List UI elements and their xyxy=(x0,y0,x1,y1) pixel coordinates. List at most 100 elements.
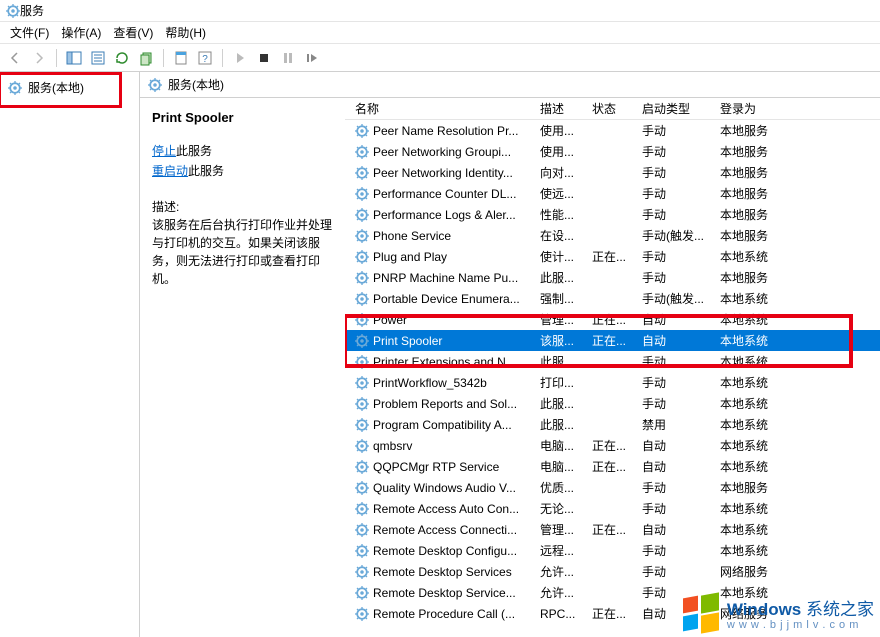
cell-desc: 电脑... xyxy=(536,437,588,454)
cell-desc: 该服... xyxy=(536,332,588,349)
cell-desc: 性能... xyxy=(536,206,588,223)
refresh-all-button[interactable] xyxy=(135,47,157,69)
menu-file[interactable]: 文件(F) xyxy=(4,22,55,43)
show-hide-tree-button[interactable] xyxy=(63,47,85,69)
pause-service-button[interactable] xyxy=(277,47,299,69)
service-icon xyxy=(355,145,369,159)
restart-service-line: 重启动此服务 xyxy=(152,162,333,180)
help-button[interactable]: ? xyxy=(194,47,216,69)
table-row[interactable]: Performance Logs & Aler...性能...手动本地服务 xyxy=(345,204,880,225)
cell-name: Phone Service xyxy=(351,229,536,243)
cell-status: 正在... xyxy=(588,332,638,349)
description-text: 该服务在后台执行打印作业并处理与打印机的交互。如果关闭该服务，则无法进行打印或查… xyxy=(152,216,333,288)
table-row[interactable]: Peer Networking Groupi...使用...手动本地服务 xyxy=(345,141,880,162)
cell-name: Remote Procedure Call (... xyxy=(351,607,536,621)
table-row[interactable]: Portable Device Enumera...强制...手动(触发...本… xyxy=(345,288,880,309)
restart-service-button[interactable] xyxy=(301,47,323,69)
service-icon xyxy=(355,271,369,285)
column-desc[interactable]: 描述 xyxy=(536,98,588,119)
cell-logon: 本地系统 xyxy=(716,332,880,349)
properties-button[interactable] xyxy=(170,47,192,69)
table-row[interactable]: Remote Desktop Services允许...手动网络服务 xyxy=(345,561,880,582)
column-startup[interactable]: 启动类型 xyxy=(638,98,716,119)
restart-service-link[interactable]: 重启动 xyxy=(152,164,188,178)
table-row[interactable]: Problem Reports and Sol...此服...手动本地系统 xyxy=(345,393,880,414)
table-row[interactable]: PrintWorkflow_5342b打印...手动本地系统 xyxy=(345,372,880,393)
stop-service-button[interactable] xyxy=(253,47,275,69)
table-row[interactable]: Quality Windows Audio V...优质...手动本地服务 xyxy=(345,477,880,498)
service-icon xyxy=(355,124,369,138)
cell-name: QQPCMgr RTP Service xyxy=(351,460,536,474)
cell-startup: 手动 xyxy=(638,353,716,370)
table-row[interactable]: Plug and Play使计...正在...手动本地系统 xyxy=(345,246,880,267)
export-list-button[interactable] xyxy=(87,47,109,69)
table-row[interactable]: Remote Desktop Configu...远程...手动本地系统 xyxy=(345,540,880,561)
cell-startup: 禁用 xyxy=(638,416,716,433)
cell-name: Power xyxy=(351,313,536,327)
service-name-text: Plug and Play xyxy=(373,250,447,264)
service-icon xyxy=(355,355,369,369)
table-row[interactable]: Phone Service在设...手动(触发...本地服务 xyxy=(345,225,880,246)
column-logon[interactable]: 登录为 xyxy=(716,98,880,119)
service-icon xyxy=(355,439,369,453)
table-row[interactable]: Program Compatibility A...此服...禁用本地系统 xyxy=(345,414,880,435)
forward-button[interactable] xyxy=(28,47,50,69)
service-icon xyxy=(355,187,369,201)
table-row[interactable]: qmbsrv电脑...正在...自动本地系统 xyxy=(345,435,880,456)
cell-logon: 本地服务 xyxy=(716,143,880,160)
cell-logon: 网络服务 xyxy=(716,563,880,580)
table-row[interactable]: Remote Access Auto Con...无论...手动本地系统 xyxy=(345,498,880,519)
cell-logon: 本地服务 xyxy=(716,227,880,244)
back-button[interactable] xyxy=(4,47,26,69)
table-row[interactable]: Performance Counter DL...使远...手动本地服务 xyxy=(345,183,880,204)
service-icon xyxy=(355,229,369,243)
cell-logon: 本地系统 xyxy=(716,290,880,307)
toolbar-separator xyxy=(163,49,164,67)
console-tree: 服务(本地) xyxy=(0,72,140,637)
service-name-text: PrintWorkflow_5342b xyxy=(373,376,487,390)
cell-startup: 自动 xyxy=(638,458,716,475)
menu-action[interactable]: 操作(A) xyxy=(55,22,107,43)
table-row[interactable]: Print Spooler该服...正在...自动本地系统 xyxy=(345,330,880,351)
window-titlebar: 服务 xyxy=(0,0,880,22)
cell-status: 正在... xyxy=(588,605,638,622)
table-row[interactable]: Remote Access Connecti...管理...正在...自动本地系… xyxy=(345,519,880,540)
cell-startup: 手动 xyxy=(638,248,716,265)
service-name-text: Remote Procedure Call (... xyxy=(373,607,515,621)
table-row[interactable]: Printer Extensions and N...此服...手动本地系统 xyxy=(345,351,880,372)
stop-service-link[interactable]: 停止 xyxy=(152,144,176,158)
stop-service-suffix: 此服务 xyxy=(176,144,212,158)
cell-desc: 允许... xyxy=(536,563,588,580)
services-icon xyxy=(148,78,162,92)
service-name-text: Quality Windows Audio V... xyxy=(373,481,516,495)
start-service-button[interactable] xyxy=(229,47,251,69)
cell-name: Peer Name Resolution Pr... xyxy=(351,124,536,138)
table-row[interactable]: QQPCMgr RTP Service电脑...正在...自动本地系统 xyxy=(345,456,880,477)
menu-help[interactable]: 帮助(H) xyxy=(159,22,212,43)
cell-startup: 手动 xyxy=(638,542,716,559)
table-row[interactable]: PNRP Machine Name Pu...此服...手动本地服务 xyxy=(345,267,880,288)
service-icon xyxy=(355,607,369,621)
column-name[interactable]: 名称 xyxy=(351,98,536,119)
service-name-text: Peer Networking Identity... xyxy=(373,166,513,180)
cell-logon: 本地服务 xyxy=(716,185,880,202)
cell-desc: 强制... xyxy=(536,290,588,307)
service-name-text: Phone Service xyxy=(373,229,451,243)
table-row[interactable]: Power管理...正在...自动本地系统 xyxy=(345,309,880,330)
service-name-text: QQPCMgr RTP Service xyxy=(373,460,499,474)
table-row[interactable]: Peer Name Resolution Pr...使用...手动本地服务 xyxy=(345,120,880,141)
refresh-button[interactable] xyxy=(111,47,133,69)
table-row[interactable]: Peer Networking Identity...向对...手动本地服务 xyxy=(345,162,880,183)
cell-logon: 本地系统 xyxy=(716,500,880,517)
service-icon xyxy=(355,334,369,348)
cell-logon: 本地系统 xyxy=(716,437,880,454)
cell-startup: 手动 xyxy=(638,164,716,181)
column-status[interactable]: 状态 xyxy=(588,98,638,119)
cell-name: Program Compatibility A... xyxy=(351,418,536,432)
cell-desc: 使用... xyxy=(536,122,588,139)
service-name-text: Program Compatibility A... xyxy=(373,418,512,432)
service-icon xyxy=(355,397,369,411)
menu-view[interactable]: 查看(V) xyxy=(107,22,159,43)
window-title: 服务 xyxy=(20,2,44,19)
cell-startup: 手动 xyxy=(638,563,716,580)
